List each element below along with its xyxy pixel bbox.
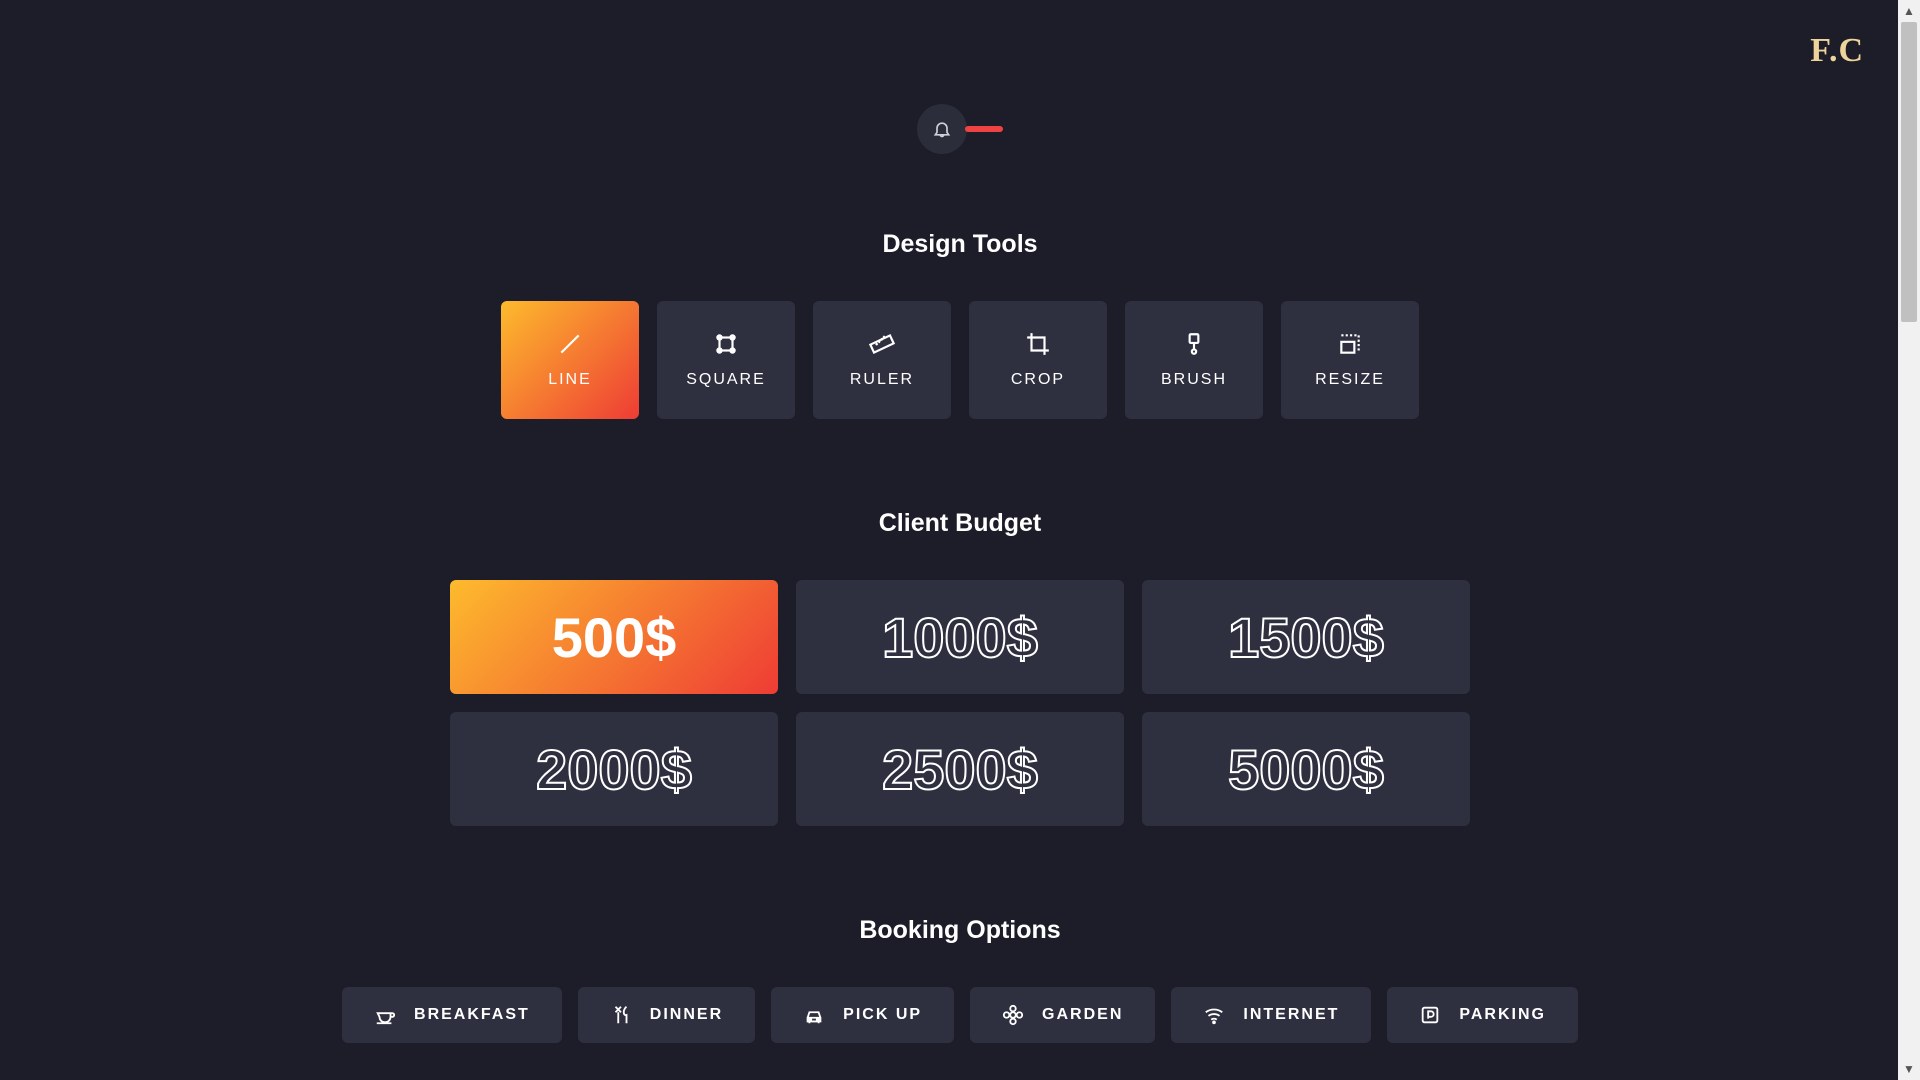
budget-value: 500$ bbox=[552, 605, 677, 670]
brand-logo: F.C bbox=[1810, 32, 1864, 70]
tool-label: RULER bbox=[850, 371, 914, 389]
booking-breakfast[interactable]: BREAKFAST bbox=[342, 987, 562, 1043]
booking-options-title: Booking Options bbox=[859, 916, 1060, 945]
wifi-icon bbox=[1203, 1004, 1225, 1026]
booking-label: DINNER bbox=[650, 1006, 723, 1024]
parking-icon bbox=[1419, 1004, 1441, 1026]
brush-icon bbox=[1181, 331, 1207, 357]
booking-dinner[interactable]: DINNER bbox=[578, 987, 755, 1043]
square-icon bbox=[713, 331, 739, 357]
coffee-icon bbox=[374, 1004, 396, 1026]
progress-header bbox=[917, 104, 1003, 154]
booking-label: INTERNET bbox=[1243, 1006, 1339, 1024]
resize-icon bbox=[1337, 331, 1363, 357]
tool-ruler[interactable]: RULER bbox=[813, 301, 951, 419]
booking-label: PARKING bbox=[1459, 1006, 1546, 1024]
tool-label: CROP bbox=[1011, 371, 1065, 389]
budget-option[interactable]: 2500$ bbox=[796, 712, 1124, 826]
budget-value: 1500$ bbox=[1228, 605, 1384, 670]
booking-label: PICK UP bbox=[843, 1006, 922, 1024]
car-icon bbox=[803, 1004, 825, 1026]
line-icon bbox=[557, 331, 583, 357]
wizard-progress bbox=[965, 126, 1003, 132]
flower-icon bbox=[1002, 1004, 1024, 1026]
budget-value: 2500$ bbox=[882, 737, 1038, 802]
budget-option[interactable]: 1500$ bbox=[1142, 580, 1470, 694]
utensils-icon bbox=[610, 1004, 632, 1026]
tool-square[interactable]: SQUARE bbox=[657, 301, 795, 419]
budget-option[interactable]: 5000$ bbox=[1142, 712, 1470, 826]
booking-label: BREAKFAST bbox=[414, 1006, 530, 1024]
window-scrollbar[interactable]: ▲ ▼ bbox=[1898, 0, 1920, 1080]
booking-pickup[interactable]: PICK UP bbox=[771, 987, 954, 1043]
tool-resize[interactable]: RESIZE bbox=[1281, 301, 1419, 419]
budget-option[interactable]: 2000$ bbox=[450, 712, 778, 826]
scroll-thumb[interactable] bbox=[1901, 22, 1917, 322]
tool-label: BRUSH bbox=[1161, 371, 1227, 389]
tool-brush[interactable]: BRUSH bbox=[1125, 301, 1263, 419]
booking-parking[interactable]: PARKING bbox=[1387, 987, 1578, 1043]
booking-internet[interactable]: INTERNET bbox=[1171, 987, 1371, 1043]
tool-crop[interactable]: CROP bbox=[969, 301, 1107, 419]
tool-label: RESIZE bbox=[1315, 371, 1385, 389]
crop-icon bbox=[1025, 331, 1051, 357]
budget-grid: 500$ 1000$ 1500$ 2000$ 2500$ 5000$ bbox=[450, 580, 1470, 826]
booking-options-row: BREAKFAST DINNER PICK UP GARDEN INTERNET… bbox=[320, 987, 1600, 1043]
booking-label: GARDEN bbox=[1042, 1006, 1123, 1024]
design-tools-row: LINE SQUARE RULER CROP bbox=[501, 301, 1419, 419]
budget-value: 5000$ bbox=[1228, 737, 1384, 802]
scroll-up-arrow[interactable]: ▲ bbox=[1898, 0, 1920, 22]
budget-value: 1000$ bbox=[882, 605, 1038, 670]
booking-garden[interactable]: GARDEN bbox=[970, 987, 1155, 1043]
scroll-down-arrow[interactable]: ▼ bbox=[1898, 1058, 1920, 1080]
client-budget-title: Client Budget bbox=[879, 509, 1042, 538]
budget-value: 2000$ bbox=[536, 737, 692, 802]
budget-option[interactable]: 500$ bbox=[450, 580, 778, 694]
bell-button[interactable] bbox=[917, 104, 967, 154]
bell-icon bbox=[932, 119, 952, 139]
design-tools-title: Design Tools bbox=[882, 230, 1037, 259]
tool-line[interactable]: LINE bbox=[501, 301, 639, 419]
budget-option[interactable]: 1000$ bbox=[796, 580, 1124, 694]
ruler-icon bbox=[869, 331, 895, 357]
tool-label: SQUARE bbox=[686, 371, 766, 389]
tool-label: LINE bbox=[548, 371, 592, 389]
